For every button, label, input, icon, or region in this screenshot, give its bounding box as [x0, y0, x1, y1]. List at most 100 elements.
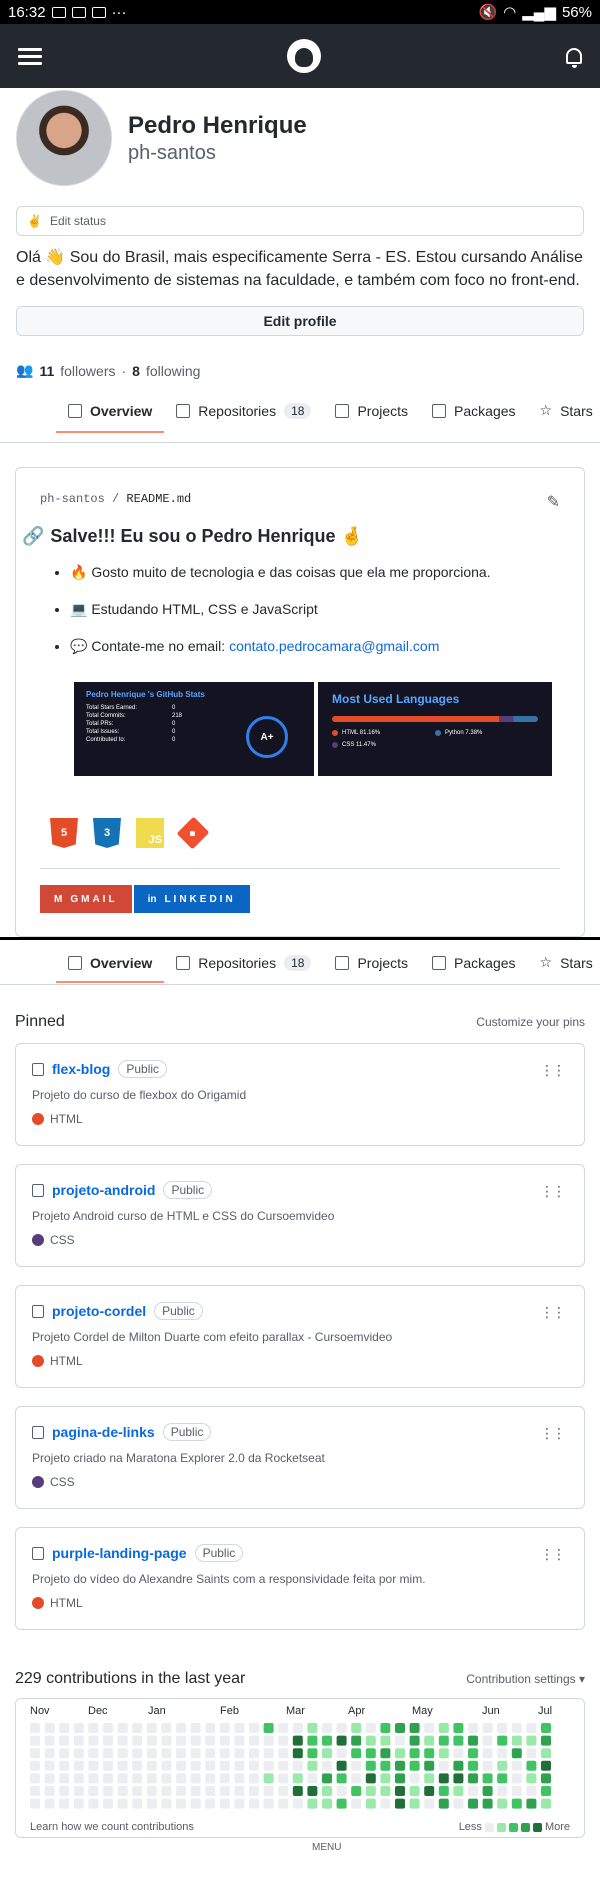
contribution-day-cell[interactable]: [263, 1748, 274, 1759]
contribution-day-cell[interactable]: [73, 1798, 84, 1809]
contribution-day-cell[interactable]: [161, 1760, 172, 1771]
contribution-day-cell[interactable]: [351, 1786, 362, 1796]
contribution-day-cell[interactable]: [132, 1798, 143, 1809]
contribution-day-cell[interactable]: [59, 1786, 70, 1796]
contribution-day-cell[interactable]: [292, 1748, 303, 1759]
drag-handle-icon[interactable]: ⋮⋮: [540, 1062, 566, 1079]
contribution-day-cell[interactable]: [409, 1735, 420, 1746]
contribution-day-cell[interactable]: [132, 1773, 143, 1784]
contribution-day-cell[interactable]: [176, 1798, 186, 1809]
contribution-day-cell[interactable]: [132, 1735, 143, 1746]
contribution-day-cell[interactable]: [263, 1723, 274, 1733]
contribution-day-cell[interactable]: [234, 1786, 245, 1796]
contribution-day-cell[interactable]: [117, 1786, 128, 1796]
contribution-day-cell[interactable]: [73, 1786, 84, 1796]
edit-pencil-icon[interactable]: ✎: [547, 492, 560, 512]
contribution-day-cell[interactable]: [482, 1748, 493, 1759]
contribution-day-cell[interactable]: [395, 1773, 405, 1784]
contribution-day-cell[interactable]: [132, 1786, 143, 1796]
contribution-day-cell[interactable]: [438, 1748, 449, 1759]
contribution-day-cell[interactable]: [190, 1723, 201, 1733]
contribution-day-cell[interactable]: [88, 1760, 99, 1771]
contribution-day-cell[interactable]: [307, 1760, 318, 1771]
contribution-day-cell[interactable]: [292, 1760, 303, 1771]
contribution-day-cell[interactable]: [234, 1748, 245, 1759]
contribution-day-cell[interactable]: [30, 1735, 40, 1746]
contribution-day-cell[interactable]: [30, 1723, 40, 1733]
drag-handle-icon[interactable]: ⋮⋮: [540, 1546, 566, 1563]
contribution-day-cell[interactable]: [438, 1786, 449, 1796]
tab-stars[interactable]: ☆ Stars: [528, 379, 600, 442]
contribution-day-cell[interactable]: [526, 1748, 537, 1759]
contribution-day-cell[interactable]: [541, 1723, 551, 1733]
contribution-day-cell[interactable]: [146, 1786, 157, 1796]
contribution-day-cell[interactable]: [117, 1773, 128, 1784]
avatar[interactable]: [16, 90, 112, 186]
contribution-day-cell[interactable]: [395, 1735, 405, 1746]
contribution-day-cell[interactable]: [205, 1735, 216, 1746]
contribution-day-cell[interactable]: [351, 1748, 362, 1759]
contribution-day-cell[interactable]: [190, 1760, 201, 1771]
contribution-day-cell[interactable]: [176, 1773, 186, 1784]
contribution-day-cell[interactable]: [482, 1723, 493, 1733]
contribution-day-cell[interactable]: [278, 1748, 289, 1759]
tab-projects[interactable]: Projects: [323, 379, 420, 442]
contribution-day-cell[interactable]: [541, 1760, 551, 1771]
contribution-day-cell[interactable]: [482, 1760, 493, 1771]
contribution-day-cell[interactable]: [424, 1798, 435, 1809]
contribution-day-cell[interactable]: [468, 1760, 478, 1771]
contribution-day-cell[interactable]: [511, 1798, 522, 1809]
contribution-day-cell[interactable]: [292, 1735, 303, 1746]
contribution-day-cell[interactable]: [249, 1748, 259, 1759]
contribution-day-cell[interactable]: [351, 1723, 362, 1733]
contribution-day-cell[interactable]: [322, 1786, 332, 1796]
contribution-day-cell[interactable]: [409, 1773, 420, 1784]
tab-overview[interactable]: Overview: [56, 940, 165, 984]
contribution-day-cell[interactable]: [263, 1786, 274, 1796]
contribution-day-cell[interactable]: [322, 1760, 332, 1771]
tab-repositories[interactable]: Repositories 18: [164, 940, 323, 984]
contribution-day-cell[interactable]: [205, 1748, 216, 1759]
contribution-day-cell[interactable]: [44, 1786, 55, 1796]
contribution-day-cell[interactable]: [453, 1760, 464, 1771]
contribution-day-cell[interactable]: [117, 1798, 128, 1809]
contribution-day-cell[interactable]: [453, 1798, 464, 1809]
contribution-day-cell[interactable]: [278, 1760, 289, 1771]
contribution-day-cell[interactable]: [73, 1748, 84, 1759]
contribution-day-cell[interactable]: [219, 1786, 230, 1796]
github-logo-icon[interactable]: [287, 39, 321, 73]
repo-name-link[interactable]: pagina-de-links: [52, 1424, 155, 1440]
contribution-day-cell[interactable]: [205, 1798, 216, 1809]
contribution-day-cell[interactable]: [526, 1798, 537, 1809]
contribution-day-cell[interactable]: [307, 1786, 318, 1796]
contribution-settings-dropdown[interactable]: Contribution settings ▾: [466, 1672, 585, 1686]
edit-status-button[interactable]: ✌️ Edit status: [16, 206, 584, 236]
contribution-day-cell[interactable]: [234, 1760, 245, 1771]
repo-name-link[interactable]: projeto-android: [52, 1182, 155, 1198]
contribution-day-cell[interactable]: [103, 1798, 113, 1809]
contribution-day-cell[interactable]: [526, 1786, 537, 1796]
contribution-day-cell[interactable]: [219, 1748, 230, 1759]
contribution-day-cell[interactable]: [44, 1798, 55, 1809]
contribution-day-cell[interactable]: [424, 1786, 435, 1796]
contribution-day-cell[interactable]: [409, 1748, 420, 1759]
contribution-day-cell[interactable]: [468, 1735, 478, 1746]
contribution-day-cell[interactable]: [365, 1748, 376, 1759]
contribution-day-cell[interactable]: [497, 1786, 508, 1796]
contribution-day-cell[interactable]: [59, 1748, 70, 1759]
contribution-day-cell[interactable]: [263, 1760, 274, 1771]
customize-pins-link[interactable]: Customize your pins: [476, 1015, 585, 1029]
contribution-day-cell[interactable]: [482, 1735, 493, 1746]
contribution-day-cell[interactable]: [103, 1760, 113, 1771]
contribution-day-cell[interactable]: [322, 1748, 332, 1759]
contribution-day-cell[interactable]: [482, 1786, 493, 1796]
contribution-day-cell[interactable]: [395, 1760, 405, 1771]
contribution-day-cell[interactable]: [44, 1735, 55, 1746]
contribution-day-cell[interactable]: [307, 1798, 318, 1809]
contribution-day-cell[interactable]: [117, 1723, 128, 1733]
contribution-day-cell[interactable]: [336, 1786, 347, 1796]
contribution-day-cell[interactable]: [132, 1748, 143, 1759]
contribution-day-cell[interactable]: [263, 1773, 274, 1784]
contribution-day-cell[interactable]: [161, 1735, 172, 1746]
contribution-day-cell[interactable]: [395, 1723, 405, 1733]
